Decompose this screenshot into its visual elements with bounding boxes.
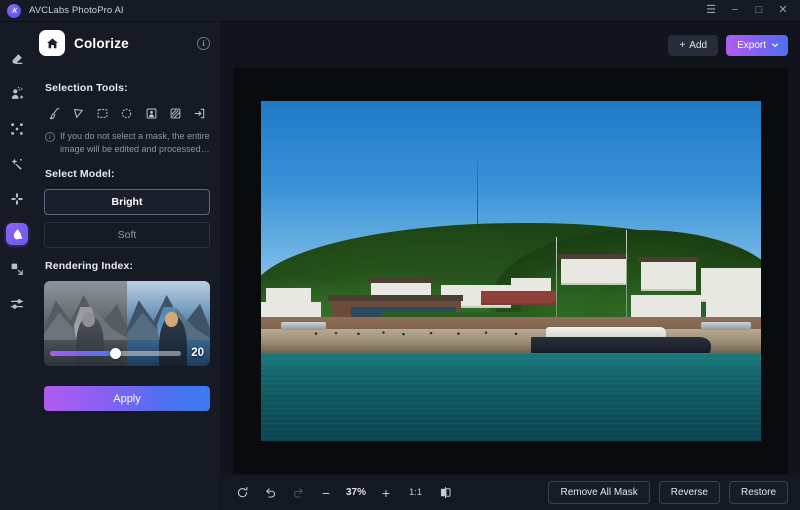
- main-toolbar: + Add Export: [221, 22, 800, 68]
- model-option-soft[interactable]: Soft: [44, 222, 210, 248]
- portrait-select-icon[interactable]: [141, 103, 162, 123]
- sidebar-item-resize[interactable]: [6, 258, 28, 280]
- mask-hint-text: If you do not select a mask, the entire …: [60, 131, 210, 154]
- app-title: AVCLabs PhotoPro AI: [29, 5, 124, 16]
- avclabs-logo-icon: [7, 3, 21, 18]
- zoom-out-button[interactable]: −: [313, 482, 339, 504]
- tool-rail: [0, 22, 34, 510]
- page-title: Colorize: [74, 35, 129, 51]
- brush-icon[interactable]: [44, 103, 65, 123]
- mask-hint: i If you do not select a mask, the entir…: [45, 130, 210, 156]
- hamburger-menu-icon[interactable]: ☰: [700, 1, 722, 21]
- left-panel: Colorize i Selection Tools: i If you do …: [34, 22, 221, 510]
- slider-thumb[interactable]: [110, 347, 121, 359]
- title-bar: AVCLabs PhotoPro AI ☰ − □ ✕: [0, 0, 800, 22]
- refresh-icon[interactable]: [229, 482, 255, 504]
- zoom-in-button[interactable]: +: [373, 482, 399, 504]
- rendering-index-slider[interactable]: 20: [50, 347, 204, 359]
- ellipse-select-icon[interactable]: [116, 103, 137, 123]
- sidebar-item-adjust[interactable]: [6, 293, 28, 315]
- zoom-controls: − 37% + 1:1: [229, 482, 458, 504]
- window-controls: ☰ − □ ✕: [700, 1, 794, 21]
- main-area: + Add Export − 37% + 1:1 Remove All Mask…: [221, 22, 800, 510]
- rendering-index-label: Rendering Index:: [45, 260, 134, 272]
- export-button[interactable]: Export: [726, 34, 788, 56]
- hatched-square-icon[interactable]: [165, 103, 186, 123]
- model-option-bright[interactable]: Bright: [44, 189, 210, 215]
- slider-track[interactable]: [50, 347, 181, 359]
- maximize-icon[interactable]: □: [748, 1, 770, 21]
- sidebar-item-enhance[interactable]: [6, 153, 28, 175]
- cursor-wand-icon[interactable]: [68, 103, 89, 123]
- close-icon[interactable]: ✕: [772, 1, 794, 21]
- reverse-button[interactable]: Reverse: [658, 481, 720, 504]
- minimize-icon[interactable]: −: [724, 1, 746, 21]
- apply-button[interactable]: Apply: [44, 386, 210, 411]
- image-canvas[interactable]: [233, 68, 788, 474]
- add-button-label: Add: [689, 39, 708, 51]
- rendering-index-value: 20: [191, 347, 204, 359]
- info-icon[interactable]: i: [197, 36, 210, 50]
- sidebar-item-retouch[interactable]: [6, 48, 28, 70]
- sidebar-item-background[interactable]: [6, 83, 28, 105]
- restore-button[interactable]: Restore: [728, 481, 788, 504]
- app-body: Colorize i Selection Tools: i If you do …: [0, 22, 800, 510]
- rendering-index-preview[interactable]: 20: [44, 281, 210, 366]
- select-model-label: Select Model:: [45, 168, 115, 180]
- sidebar-item-upscale[interactable]: [6, 118, 28, 140]
- panel-header: Colorize i: [34, 22, 220, 64]
- split-compare-icon[interactable]: [432, 482, 458, 504]
- export-button-label: Export: [737, 39, 766, 51]
- bottom-toolbar: − 37% + 1:1 Remove All Mask Reverse Rest…: [221, 474, 800, 510]
- mask-action-buttons: Remove All Mask Reverse Restore: [548, 481, 788, 504]
- slider-fill: [50, 350, 116, 356]
- rectangle-select-icon[interactable]: [92, 103, 113, 123]
- undo-arrow-icon[interactable]: [257, 482, 283, 504]
- app-window: AVCLabs PhotoPro AI ☰ − □ ✕ Colorize i S…: [0, 0, 800, 510]
- plus-icon: +: [679, 39, 686, 51]
- zoom-level-value: 37%: [345, 487, 366, 498]
- chevron-down-icon: [772, 43, 778, 47]
- sidebar-item-denoise[interactable]: [6, 188, 28, 210]
- home-icon[interactable]: [39, 30, 65, 56]
- remove-all-mask-button[interactable]: Remove All Mask: [548, 481, 650, 504]
- selection-tool-row: [44, 103, 210, 123]
- sidebar-item-colorize[interactable]: [6, 223, 28, 245]
- photo-bosphorus-waterfront[interactable]: [260, 101, 761, 441]
- info-icon: i: [45, 131, 55, 142]
- add-button[interactable]: + Add: [668, 34, 719, 56]
- selection-tools-label: Selection Tools:: [45, 82, 128, 94]
- arrow-into-box-icon[interactable]: [189, 103, 210, 123]
- actual-size-button[interactable]: 1:1: [401, 487, 430, 498]
- panel-content: Selection Tools: i If you do not select …: [34, 64, 220, 411]
- redo-arrow-icon: [285, 482, 311, 504]
